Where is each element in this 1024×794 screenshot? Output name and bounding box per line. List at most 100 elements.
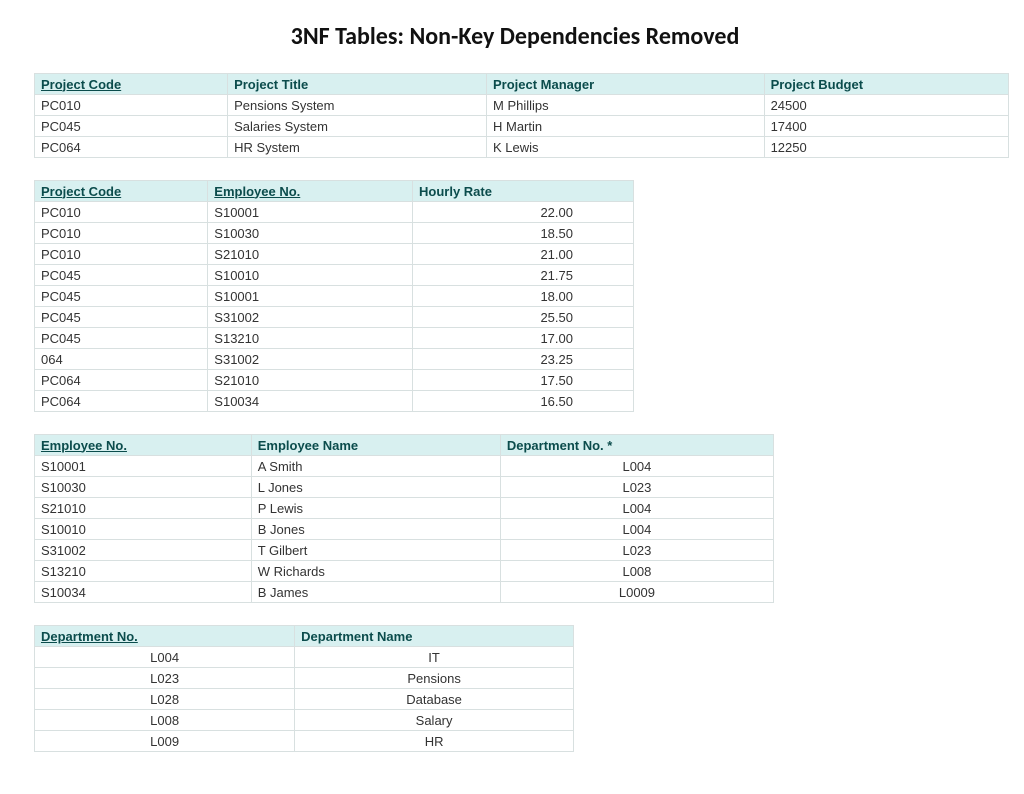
employees-header-no: Employee No.: [35, 435, 252, 456]
cell: PC010: [35, 244, 208, 265]
cell: S31002: [208, 307, 413, 328]
cell: K Lewis: [487, 137, 765, 158]
cell: PC045: [35, 307, 208, 328]
cell: S13210: [35, 561, 252, 582]
cell: L004: [35, 647, 295, 668]
table-row: S10030L JonesL023: [35, 477, 774, 498]
cell: S10010: [35, 519, 252, 540]
cell: S10034: [208, 391, 413, 412]
cell: L Jones: [251, 477, 500, 498]
cell: PC045: [35, 286, 208, 307]
cell: B Jones: [251, 519, 500, 540]
employees-table: Employee No. Employee Name Department No…: [34, 434, 774, 603]
cell: L004: [500, 498, 773, 519]
table-row: PC045S1001021.75: [35, 265, 634, 286]
table-row: PC010S1000122.00: [35, 202, 634, 223]
cell: PC064: [35, 370, 208, 391]
cell: 16.50: [413, 391, 634, 412]
cell: B James: [251, 582, 500, 603]
cell: L004: [500, 519, 773, 540]
cell: HR System: [228, 137, 487, 158]
cell: 23.25: [413, 349, 634, 370]
table-row: PC045S1000118.00: [35, 286, 634, 307]
table-row: PC045S3100225.50: [35, 307, 634, 328]
cell: PC045: [35, 328, 208, 349]
cell: 12250: [764, 137, 1008, 158]
table-row: PC045S1321017.00: [35, 328, 634, 349]
projects-header-manager: Project Manager: [487, 74, 765, 95]
page-title: 3NF Tables: Non-Key Dependencies Removed: [34, 22, 996, 51]
cell: L023: [500, 540, 773, 561]
assignments-header-rate: Hourly Rate: [413, 181, 634, 202]
cell: 17400: [764, 116, 1008, 137]
cell: L023: [500, 477, 773, 498]
document-page: 3NF Tables: Non-Key Dependencies Removed…: [0, 0, 1024, 794]
cell: Database: [295, 689, 574, 710]
cell: S21010: [208, 370, 413, 391]
table-row: S10034B JamesL0009: [35, 582, 774, 603]
cell: L009: [35, 731, 295, 752]
cell: L023: [35, 668, 295, 689]
cell: Pensions System: [228, 95, 487, 116]
cell: S10030: [208, 223, 413, 244]
employees-header-dept: Department No. *: [500, 435, 773, 456]
cell: S10010: [208, 265, 413, 286]
table-row: L004IT: [35, 647, 574, 668]
cell: Salaries System: [228, 116, 487, 137]
cell: S31002: [35, 540, 252, 561]
projects-header-title: Project Title: [228, 74, 487, 95]
cell: PC064: [35, 391, 208, 412]
table-row: L023Pensions: [35, 668, 574, 689]
cell: IT: [295, 647, 574, 668]
table-row: S13210W RichardsL008: [35, 561, 774, 582]
table-row: S10001A SmithL004: [35, 456, 774, 477]
assignments-table: Project Code Employee No. Hourly Rate PC…: [34, 180, 634, 412]
cell: S21010: [208, 244, 413, 265]
table-row: L009HR: [35, 731, 574, 752]
cell: L008: [35, 710, 295, 731]
cell: S10034: [35, 582, 252, 603]
cell: P Lewis: [251, 498, 500, 519]
projects-header-budget: Project Budget: [764, 74, 1008, 95]
cell: PC045: [35, 116, 228, 137]
cell: S21010: [35, 498, 252, 519]
table-row: PC064S1003416.50: [35, 391, 634, 412]
table-row: 064S3100223.25: [35, 349, 634, 370]
cell: S10030: [35, 477, 252, 498]
cell: 25.50: [413, 307, 634, 328]
cell: S10001: [208, 202, 413, 223]
cell: A Smith: [251, 456, 500, 477]
table-row: S21010P LewisL004: [35, 498, 774, 519]
cell: Pensions: [295, 668, 574, 689]
departments-table: Department No. Department Name L004IT L0…: [34, 625, 574, 752]
table-row: S10010B JonesL004: [35, 519, 774, 540]
cell: 17.00: [413, 328, 634, 349]
cell: HR: [295, 731, 574, 752]
assignments-header-emp: Employee No.: [208, 181, 413, 202]
cell: T Gilbert: [251, 540, 500, 561]
cell: H Martin: [487, 116, 765, 137]
cell: S10001: [35, 456, 252, 477]
departments-header-no: Department No.: [35, 626, 295, 647]
table-row: S31002T GilbertL023: [35, 540, 774, 561]
cell: PC010: [35, 95, 228, 116]
projects-table: Project Code Project Title Project Manag…: [34, 73, 1009, 158]
cell: PC064: [35, 137, 228, 158]
table-row: PC045 Salaries System H Martin 17400: [35, 116, 1009, 137]
cell: S10001: [208, 286, 413, 307]
cell: L004: [500, 456, 773, 477]
table-row: PC010S1003018.50: [35, 223, 634, 244]
cell: PC010: [35, 223, 208, 244]
cell: 18.00: [413, 286, 634, 307]
cell: W Richards: [251, 561, 500, 582]
cell: 21.75: [413, 265, 634, 286]
cell: 18.50: [413, 223, 634, 244]
table-row: PC064S2101017.50: [35, 370, 634, 391]
cell: S31002: [208, 349, 413, 370]
cell: L0009: [500, 582, 773, 603]
cell: PC045: [35, 265, 208, 286]
cell: 064: [35, 349, 208, 370]
projects-header-code: Project Code: [35, 74, 228, 95]
cell: 24500: [764, 95, 1008, 116]
table-row: PC010S2101021.00: [35, 244, 634, 265]
